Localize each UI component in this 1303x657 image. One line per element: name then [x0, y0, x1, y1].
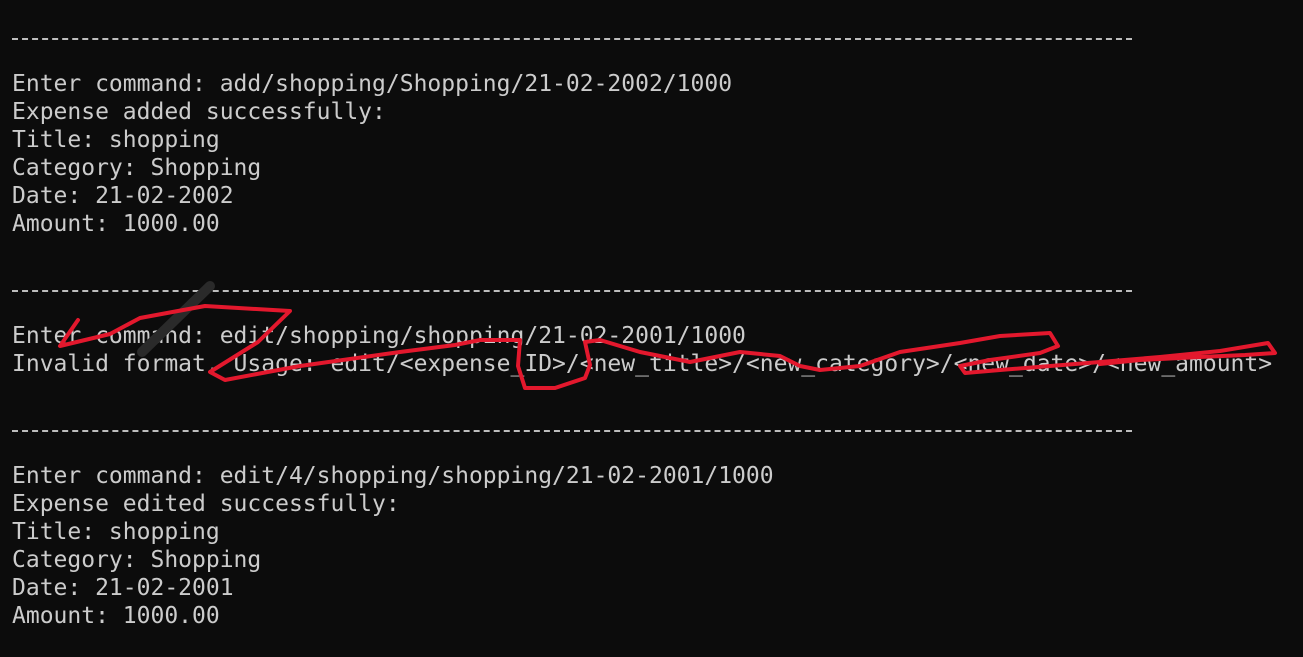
output-line: Expense added successfully:: [12, 99, 386, 125]
output-line: Expense edited successfully:: [12, 491, 400, 517]
separator-line: [12, 290, 1132, 292]
output-line: Amount: 1000.00: [12, 211, 220, 237]
terminal-window[interactable]: Enter command: add/shopping/Shopping/21-…: [0, 0, 1303, 657]
command-line: Enter command: edit/4/shopping/shopping/…: [12, 463, 774, 489]
separator-line: [12, 38, 1132, 40]
output-line: Category: Shopping: [12, 547, 262, 573]
command-line: Enter command: add/shopping/Shopping/21-…: [12, 71, 733, 97]
output-line: Amount: 1000.00: [12, 603, 220, 629]
output-line: Category: Shopping: [12, 155, 262, 181]
output-line: Date: 21-02-2002: [12, 183, 234, 209]
error-line: Invalid format. Usage: edit/<expense_ID>…: [12, 351, 1273, 377]
output-line: Title: shopping: [12, 127, 220, 153]
command-line: Enter command: edit/shopping/shopping/21…: [12, 323, 746, 349]
output-line: Date: 21-02-2001: [12, 575, 234, 601]
separator-line: [12, 430, 1132, 432]
output-line: Title: shopping: [12, 519, 220, 545]
